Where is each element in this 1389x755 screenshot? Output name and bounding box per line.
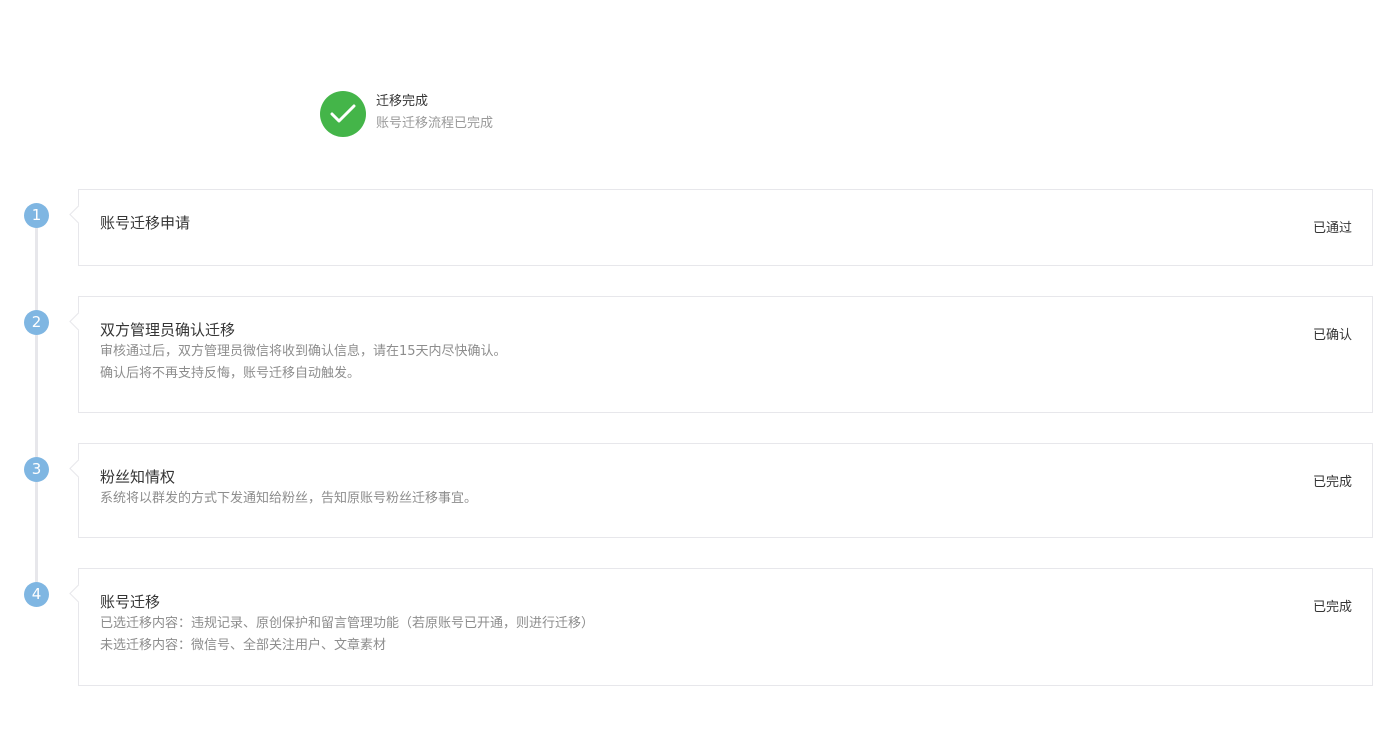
result-description: 账号迁移流程已完成 [376, 116, 494, 131]
step-status: 已完成 [1312, 600, 1352, 615]
step-number-1: 1 [24, 203, 49, 228]
step-card-fan-notice: 粉丝知情权 系统将以群发的方式下发通知给粉丝，告知原账号粉丝迁移事宜。 已完成 [78, 443, 1373, 538]
step-description-line: 系统将以群发的方式下发通知给粉丝，告知原账号粉丝迁移事宜。 [100, 491, 478, 506]
step-card-account-application: 账号迁移申请 已通过 [78, 189, 1373, 266]
step-title: 双方管理员确认迁移 [100, 321, 236, 339]
result-title: 迁移完成 [376, 94, 429, 109]
step-number-2: 2 [24, 310, 49, 335]
step-title: 账号迁移 [100, 593, 161, 611]
step-card-account-migration: 账号迁移 已选迁移内容：违规记录、原创保护和留言管理功能（若原账号已开通，则进行… [78, 568, 1373, 686]
step-status: 已通过 [1312, 221, 1352, 236]
step-description-line: 确认后将不再支持反悔，账号迁移自动触发。 [100, 366, 361, 381]
migration-result: 迁移完成 账号迁移流程已完成 [320, 91, 493, 137]
step-description-line: 审核通过后，双方管理员微信将收到确认信息，请在15天内尽快确认。 [100, 344, 507, 359]
step-title: 粉丝知情权 [100, 468, 176, 486]
step-number-4: 4 [24, 582, 49, 607]
step-title: 账号迁移申请 [100, 214, 191, 232]
timeline-line [35, 215, 38, 595]
step-status: 已确认 [1312, 328, 1352, 343]
step-status: 已完成 [1312, 475, 1352, 490]
step-card-admin-confirm: 双方管理员确认迁移 审核通过后，双方管理员微信将收到确认信息，请在15天内尽快确… [78, 296, 1373, 413]
check-circle-icon [320, 91, 366, 137]
step-number-3: 3 [24, 457, 49, 482]
step-description-line: 已选迁移内容：违规记录、原创保护和留言管理功能（若原账号已开通，则进行迁移） [100, 616, 595, 631]
step-description-line: 未选迁移内容：微信号、全部关注用户、文章素材 [100, 638, 387, 653]
